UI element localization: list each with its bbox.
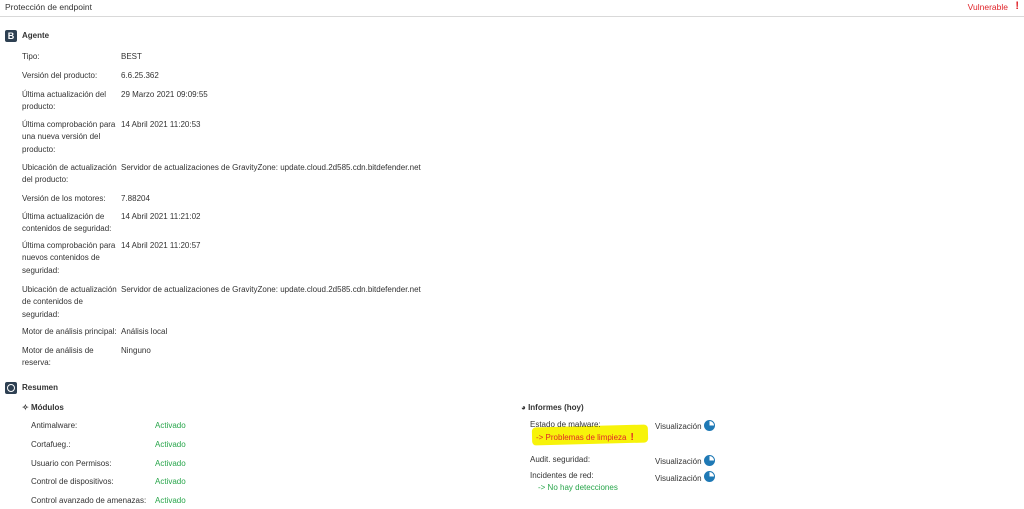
- report-label: Estado de malware:: [530, 420, 601, 429]
- modules-icon: ✧: [22, 403, 31, 412]
- bitdefender-logo-icon: B: [5, 30, 17, 42]
- summary-icon: [5, 382, 17, 394]
- pie-report-icon[interactable]: [704, 471, 715, 482]
- row-value: 29 Marzo 2021 09:09:55: [121, 90, 208, 99]
- row-value: 6.6.25.362: [121, 71, 159, 80]
- module-status: Activado: [155, 440, 186, 449]
- module-label: Antimalware:: [31, 421, 78, 430]
- row-label: Última comprobación para nuevos contenid…: [22, 241, 116, 275]
- row-value: 14 Abril 2021 11:20:57: [121, 241, 201, 250]
- pie-report-icon[interactable]: [704, 455, 715, 466]
- row-label: Versión del producto:: [22, 71, 98, 80]
- row-label: Tipo:: [22, 52, 40, 61]
- module-status: Activado: [155, 459, 186, 468]
- view-report-link[interactable]: Visualización: [655, 457, 702, 466]
- row-label: Motor de análisis de reserva:: [22, 346, 94, 368]
- page-title: Protección de endpoint: [5, 2, 92, 12]
- row-value: Ninguno: [121, 346, 151, 355]
- row-label: Última comprobación para una nueva versi…: [22, 120, 116, 154]
- reports-title: Informes (hoy): [528, 403, 584, 412]
- report-label: Incidentes de red:: [530, 471, 594, 480]
- module-status: Activado: [155, 477, 186, 486]
- warning-icon: !: [630, 432, 634, 443]
- header-bar: Protección de endpoint Vulnerable !: [0, 0, 1024, 17]
- row-label: Última actualización del producto:: [22, 90, 107, 112]
- report-label: Audit. seguridad:: [530, 455, 591, 464]
- row-value: Servidor de actualizaciones de GravityZo…: [121, 163, 421, 172]
- row-value: 14 Abril 2021 11:21:02: [121, 212, 201, 221]
- module-status: Activado: [155, 421, 186, 430]
- module-label: Control de dispositivos:: [31, 477, 114, 486]
- agent-section-title: Agente: [22, 31, 50, 40]
- row-label: Motor de análisis principal:: [22, 327, 117, 336]
- modules-title: Módulos: [30, 403, 64, 412]
- reports-header: ◕ Informes (hoy): [521, 403, 584, 412]
- alert-icon: !: [1015, 0, 1019, 12]
- row-label: Ubicación de actualización de contenidos…: [22, 285, 117, 319]
- view-report-link[interactable]: Visualización: [655, 474, 702, 483]
- module-label: Usuario con Permisos:: [31, 459, 112, 468]
- row-label: Ubicación de actualización del producto:: [22, 163, 117, 185]
- row-value: 14 Abril 2021 11:20:53: [121, 120, 201, 129]
- row-value: Servidor de actualizaciones de GravityZo…: [121, 285, 421, 294]
- pie-chart-icon: ◕: [521, 403, 529, 412]
- module-label: Cortafueg.:: [31, 440, 71, 449]
- no-detections-link[interactable]: -> No hay detecciones: [538, 483, 618, 492]
- cleanup-problem-text: -> Problemas de limpieza: [536, 433, 627, 442]
- vulnerable-status[interactable]: Vulnerable: [968, 2, 1008, 12]
- summary-section-title: Resumen: [22, 383, 59, 392]
- pie-report-icon[interactable]: [704, 420, 715, 431]
- module-label: Control avanzado de amenazas:: [31, 496, 147, 505]
- view-report-link[interactable]: Visualización: [655, 422, 702, 431]
- row-label: Versión de los motores:: [22, 194, 106, 203]
- row-value: BEST: [121, 52, 142, 61]
- module-status: Activado: [155, 496, 186, 505]
- row-label: Última actualización de contenidos de se…: [22, 212, 112, 234]
- row-value: Análisis local: [121, 327, 168, 336]
- row-value: 7.88204: [121, 194, 150, 203]
- cleanup-problem-link[interactable]: -> Problemas de limpieza!: [536, 432, 634, 443]
- modules-header: ✧ Módulos: [22, 403, 64, 412]
